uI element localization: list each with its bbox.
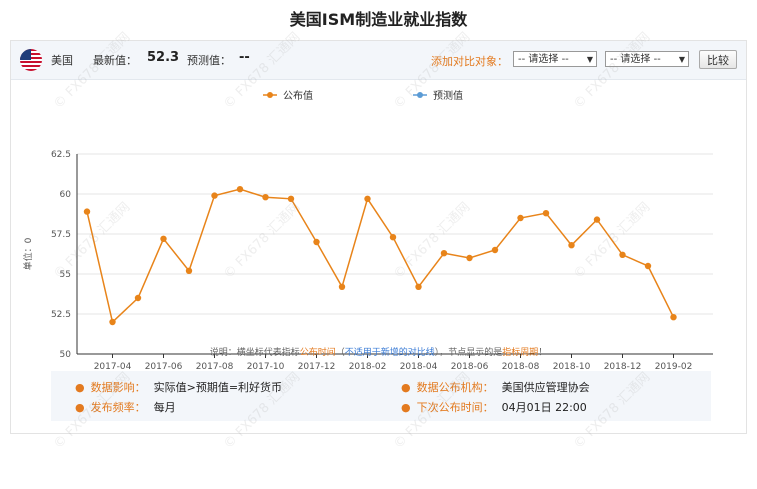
- data-point[interactable]: [236, 186, 244, 193]
- us-flag-icon: [20, 49, 42, 71]
- data-point[interactable]: [491, 246, 499, 254]
- line-chart: 公布值 预测值 5052.55557.56062.5 2017-04 2017-0…: [22, 89, 713, 372]
- toolbar: 美国 最新值： 52.3 预测值： -- 添加对比对象： -- 请选择 -- ▼…: [11, 41, 746, 80]
- latest-value-label: 最新值：: [93, 54, 137, 67]
- forecast-value-label: 预测值：: [187, 54, 231, 67]
- latest-value: 52.3: [147, 50, 180, 65]
- y-tick-label: 57.5: [51, 230, 71, 240]
- chevron-down-icon: ▼: [586, 55, 593, 64]
- legend-published-label: 公布值: [283, 89, 313, 102]
- compare-button[interactable]: 比较: [699, 50, 737, 69]
- note-prefix: 说明：横坐标代表指标: [209, 348, 300, 358]
- chart-legend[interactable]: 公布值 预测值: [263, 89, 463, 102]
- data-point[interactable]: [313, 238, 320, 246]
- frequency-label: 发布频率：: [90, 401, 146, 414]
- note-publish-time: 公布时间: [299, 348, 336, 358]
- chart-note: 说明：横坐标代表指标公布时间（不适用于新增的对比线），节点显示的是指标周期！: [11, 345, 746, 358]
- data-point[interactable]: [160, 235, 167, 242]
- legend-forecast-label: 预测值: [433, 89, 463, 102]
- page-title: 美国ISM制造业就业指数: [289, 10, 468, 29]
- data-point[interactable]: [389, 234, 397, 241]
- data-point[interactable]: [211, 192, 218, 199]
- info-next-release: ● 下次公布时间： 04月01日 22:00: [401, 399, 587, 415]
- info-frequency: ● 发布频率： 每月: [75, 399, 176, 415]
- chevron-down-icon: ▼: [678, 55, 685, 64]
- data-point[interactable]: [83, 208, 91, 215]
- data-point[interactable]: [364, 195, 371, 202]
- compare-select-1[interactable]: -- 请选择 -- ▼: [513, 51, 597, 67]
- data-point[interactable]: [134, 294, 142, 302]
- agency-value: 美国供应管理协会: [501, 381, 590, 394]
- bullet-icon: ●: [401, 401, 411, 414]
- data-point[interactable]: [440, 250, 448, 257]
- next-release-value: 04月01日 22:00: [501, 401, 587, 414]
- chart-panel: 美国 最新值： 52.3 预测值： -- 添加对比对象： -- 请选择 -- ▼…: [10, 40, 747, 434]
- bullet-icon: ●: [401, 381, 411, 394]
- y-axis-label: 单位：0: [22, 237, 34, 270]
- info-impact: ● 数据影响： 实际值>预期值=利好货币: [75, 379, 282, 395]
- data-point[interactable]: [593, 216, 601, 223]
- compare-select-1-value: -- 请选择 --: [518, 54, 569, 65]
- next-release-label: 下次公布时间：: [416, 401, 494, 414]
- note-period: 指标周期: [502, 348, 539, 358]
- series-line: [86, 188, 675, 324]
- note-paren-open: （: [335, 348, 345, 358]
- info-box: ● 数据影响： 实际值>预期值=利好货币 ● 发布频率： 每月 ● 数据公布机构： 美国供应…: [51, 371, 711, 421]
- bullet-icon: ●: [75, 401, 85, 414]
- country-label: 美国: [51, 54, 73, 67]
- y-tick-label: 62.5: [51, 150, 71, 160]
- bullet-icon: ●: [75, 381, 85, 394]
- data-point[interactable]: [619, 251, 626, 258]
- data-point[interactable]: [185, 267, 193, 274]
- chart-grid: [76, 153, 713, 355]
- frequency-value: 每月: [153, 401, 176, 414]
- info-agency: ● 数据公布机构： 美国供应管理协会: [401, 379, 590, 395]
- data-point[interactable]: [670, 314, 677, 321]
- data-point[interactable]: [644, 262, 652, 270]
- data-point[interactable]: [568, 242, 575, 249]
- forecast-value: --: [239, 50, 250, 65]
- data-point[interactable]: [338, 283, 346, 290]
- y-axis-ticks: 5052.55557.56062.5: [51, 150, 71, 360]
- y-tick-label: 55: [60, 270, 71, 280]
- note-not-applicable: 不适用于新增的对比线: [344, 348, 435, 358]
- data-point[interactable]: [415, 283, 422, 290]
- y-tick-label: 52.5: [51, 310, 71, 320]
- data-point[interactable]: [542, 210, 550, 217]
- impact-value: 实际值>预期值=利好货币: [153, 381, 283, 394]
- compare-label: 添加对比对象：: [431, 55, 508, 68]
- data-point[interactable]: [109, 318, 116, 326]
- agency-label: 数据公布机构：: [416, 381, 494, 394]
- data-point[interactable]: [262, 194, 269, 201]
- data-point[interactable]: [517, 214, 524, 222]
- compare-select-2-value: -- 请选择 --: [610, 54, 661, 65]
- note-suffix: ！: [538, 348, 548, 358]
- data-point[interactable]: [466, 254, 473, 262]
- chart-series: [83, 186, 677, 326]
- note-middle: ），节点显示的是: [434, 348, 503, 358]
- data-point[interactable]: [287, 195, 295, 202]
- impact-label: 数据影响：: [90, 381, 146, 394]
- y-tick-label: 60: [60, 190, 72, 200]
- compare-select-2[interactable]: -- 请选择 -- ▼: [605, 51, 689, 67]
